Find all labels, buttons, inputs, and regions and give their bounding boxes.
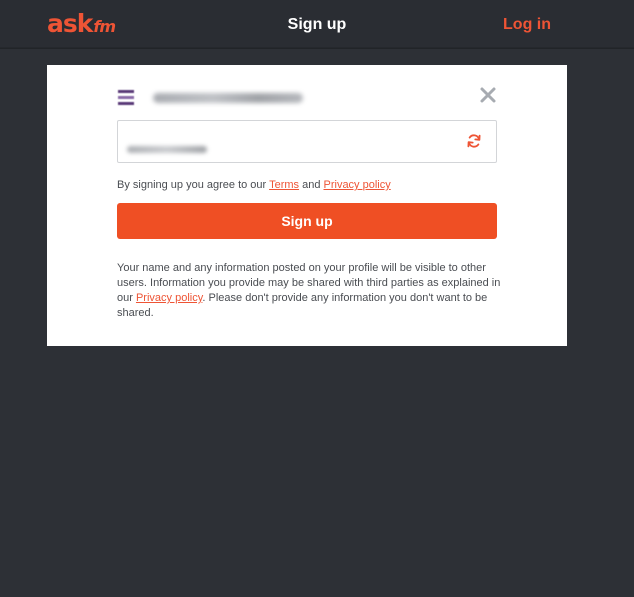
terms-link[interactable]: Terms [269, 179, 299, 191]
account-name-blurred [153, 93, 303, 103]
refresh-icon[interactable] [466, 133, 482, 149]
terms-prefix: By signing up you agree to our [117, 179, 270, 191]
terms-and: and [299, 179, 324, 191]
connected-account [117, 87, 303, 109]
signup-modal: By signing up you agree to our Terms and… [47, 65, 567, 346]
account-avatar-icon [117, 89, 135, 107]
privacy-policy-link[interactable]: Privacy policy [324, 179, 391, 191]
top-navigation-bar: ask fm Sign up Log in [0, 0, 634, 48]
privacy-notice: Your name and any information posted on … [117, 261, 502, 321]
name-input[interactable] [117, 120, 497, 163]
privacy-notice-link[interactable]: Privacy policy [136, 292, 202, 304]
terms-agreement: By signing up you agree to our Terms and… [117, 178, 391, 192]
signup-button[interactable]: Sign up [117, 203, 497, 239]
close-icon[interactable] [479, 86, 497, 104]
name-value-blurred [127, 146, 207, 153]
login-link[interactable]: Log in [503, 15, 551, 35]
